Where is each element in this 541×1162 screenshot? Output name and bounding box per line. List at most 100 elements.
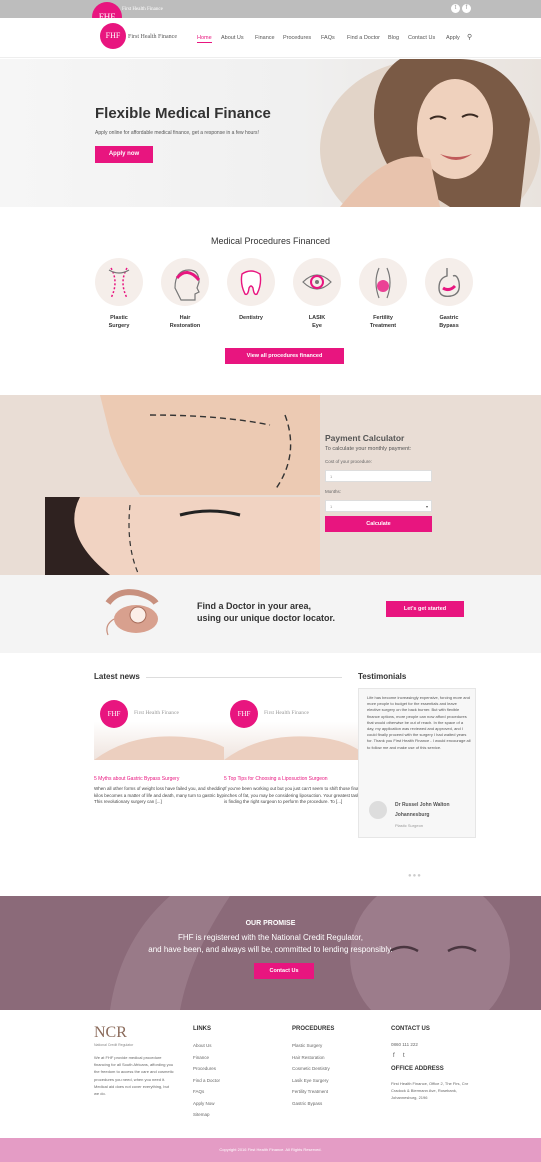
procedure-plastic-surgery[interactable]: Plastic Surgery [94, 258, 144, 330]
procedure-hair-restoration[interactable]: Hair Restoration [160, 258, 210, 330]
nav-faqs[interactable]: FAQs [321, 35, 335, 41]
doctor-headline-2: using our unique doctor locator. [197, 613, 336, 623]
footer-proc-1[interactable]: Plastic Surgery [292, 1040, 330, 1052]
footer-phone[interactable]: 0860 111 222 [391, 1042, 418, 1047]
hero-model-photo [320, 59, 540, 207]
nav-blog[interactable]: Blog [388, 35, 399, 41]
view-procedures-button[interactable]: View all procedures financed [225, 348, 344, 364]
ncr-subtitle: National Credit Regulator [94, 1043, 134, 1047]
procedure-fertility[interactable]: Fertility Treatment [358, 258, 408, 330]
nav-contact[interactable]: Contact Us [408, 35, 435, 41]
promise-section: OUR PROMISE FHF is registered with the N… [0, 896, 541, 1010]
tooth-icon [240, 270, 262, 296]
hero-banner: Flexible Medical Finance Apply online fo… [0, 59, 541, 207]
news-brand-2: First Health Finance [264, 710, 309, 716]
avatar [369, 801, 387, 819]
nav-procedures[interactable]: Procedures [283, 35, 311, 41]
procedure-label-3: Dentistry [239, 315, 263, 321]
contact-us-button[interactable]: Contact Us [254, 963, 314, 979]
footer-proc-4[interactable]: Lasik Eye Surgery [292, 1075, 330, 1087]
twitter-icon[interactable]: t [451, 4, 460, 13]
footer-proc-6[interactable]: Gastric Bypass [292, 1098, 330, 1110]
footer-link-apply[interactable]: Apply Now [193, 1098, 220, 1110]
nav-finance[interactable]: Finance [255, 35, 275, 41]
search-icon[interactable]: ⚲ [467, 33, 472, 41]
top-bar: FHF First Health Finance t f [0, 0, 541, 32]
testimonials-title: Testimonials [358, 672, 407, 681]
footer-about: We at FHF provide medical procedure fina… [94, 1055, 174, 1097]
news-card-1[interactable]: FHF First Health Finance 5 Myths about G… [94, 690, 241, 850]
eye-icon [302, 274, 332, 290]
procedure-sublabel-2: Restoration [169, 323, 201, 329]
cost-input[interactable]: 1 [325, 470, 432, 482]
calculator-subtitle: To calculate your monthly payment: [325, 446, 412, 452]
news-logo-1: FHF [100, 700, 128, 728]
nav-about[interactable]: About Us [221, 35, 244, 41]
carousel-dots[interactable]: ●●● [408, 873, 422, 879]
main-nav: FHF First Health Finance Home About Us F… [0, 18, 541, 58]
facebook-icon[interactable]: f [462, 4, 471, 13]
find-doctor-section: Find a Doctor in your area, using our un… [0, 575, 541, 653]
procedure-sublabel-4: Eye [312, 323, 322, 329]
news-card-2[interactable]: FHF First Health Finance 5 Top Tips for … [224, 690, 371, 850]
footer-proc-5[interactable]: Fertility Treatment [292, 1086, 330, 1098]
procedure-dentistry[interactable]: Dentistry [226, 258, 276, 322]
footer-proc-3[interactable]: Cosmetic Dentistry [292, 1063, 330, 1075]
payment-calculator-section: Payment Calculator To calculate your mon… [0, 395, 541, 575]
plastic-surgery-icon [108, 267, 130, 299]
months-label: Months: [325, 489, 342, 494]
news-divider [146, 677, 342, 678]
months-value: 1 [330, 504, 333, 509]
news-image-2: FHF First Health Finance [224, 690, 371, 760]
doctor-headline-1: Find a Doctor in your area, [197, 601, 312, 611]
nav-logo[interactable]: FHF [100, 23, 126, 49]
procedure-sublabel-1: Surgery [108, 323, 130, 329]
promise-line-1: FHF is registered with the National Cred… [178, 933, 363, 942]
facebook-icon[interactable]: f [393, 1053, 395, 1059]
news-body-2: If you've been working out but you just … [224, 786, 369, 804]
testimonial-location: Johannesburg [395, 812, 430, 818]
news-title-1[interactable]: 5 Myths about Gastric Bypass Surgery [94, 776, 241, 783]
ncr-logo: NCR [94, 1024, 127, 1041]
testimonial-role: Plastic Surgeon [395, 823, 424, 828]
telephone-icon [105, 589, 159, 636]
footer-link-procedures[interactable]: Procedures [193, 1063, 220, 1075]
footer-link-about[interactable]: About Us [193, 1040, 220, 1052]
hero-title: Flexible Medical Finance [95, 105, 271, 122]
promise-title: OUR PROMISE [245, 920, 296, 927]
fertility-icon [375, 267, 391, 299]
chevron-down-icon: ▾ [425, 504, 428, 509]
footer-link-doctor[interactable]: Find a Doctor [193, 1075, 220, 1087]
procedure-lasik-eye[interactable]: LASIK Eye [292, 258, 342, 330]
twitter-icon[interactable]: t [403, 1053, 405, 1059]
apply-now-button[interactable]: Apply now [95, 146, 153, 163]
nav-apply[interactable]: Apply [446, 35, 460, 41]
page: FHF First Health Finance t f FHF First H… [0, 0, 541, 1162]
procedure-label-5: Fertility [373, 315, 393, 321]
footer-proc-2[interactable]: Hair Restoration [292, 1052, 330, 1064]
months-select[interactable]: 1 ▾ [325, 500, 432, 512]
nav-brand-name[interactable]: First Health Finance [128, 34, 177, 40]
procedure-label-1: Plastic [110, 315, 128, 321]
calculate-button[interactable]: Calculate [325, 516, 432, 532]
testimonial-card: Life has become increasingly expensive, … [358, 688, 476, 838]
promise-line-2: and have been, and always will be, commi… [148, 945, 393, 954]
footer-link-sitemap[interactable]: Sitemap [193, 1109, 220, 1121]
procedure-gastric-bypass[interactable]: Gastric Bypass [424, 258, 474, 330]
news-photo-2 [224, 736, 371, 760]
news-image-1: FHF First Health Finance [94, 690, 241, 760]
hero-subtitle: Apply online for affordable medical fina… [95, 130, 259, 136]
news-photo-1 [94, 736, 241, 760]
nav-find-doctor[interactable]: Find a Doctor [347, 35, 380, 41]
hair-restoration-icon [174, 269, 201, 301]
news-title-2[interactable]: 5 Top Tips for Choosing a Liposuction Su… [224, 776, 371, 783]
nav-home[interactable]: Home [197, 35, 212, 43]
news-logo-2: FHF [230, 700, 258, 728]
get-started-button[interactable]: Let's get started [386, 601, 464, 617]
procedure-label-4: LASIK [308, 315, 326, 321]
news-body-1: When all other forms of weight loss have… [94, 786, 233, 804]
footer-link-faqs[interactable]: FAQs [193, 1086, 220, 1098]
footer-link-finance[interactable]: Finance [193, 1052, 220, 1064]
footer-office-title: OFFICE ADDRESS [391, 1066, 444, 1072]
footer-links: About Us Finance Procedures Find a Docto… [193, 1040, 220, 1121]
